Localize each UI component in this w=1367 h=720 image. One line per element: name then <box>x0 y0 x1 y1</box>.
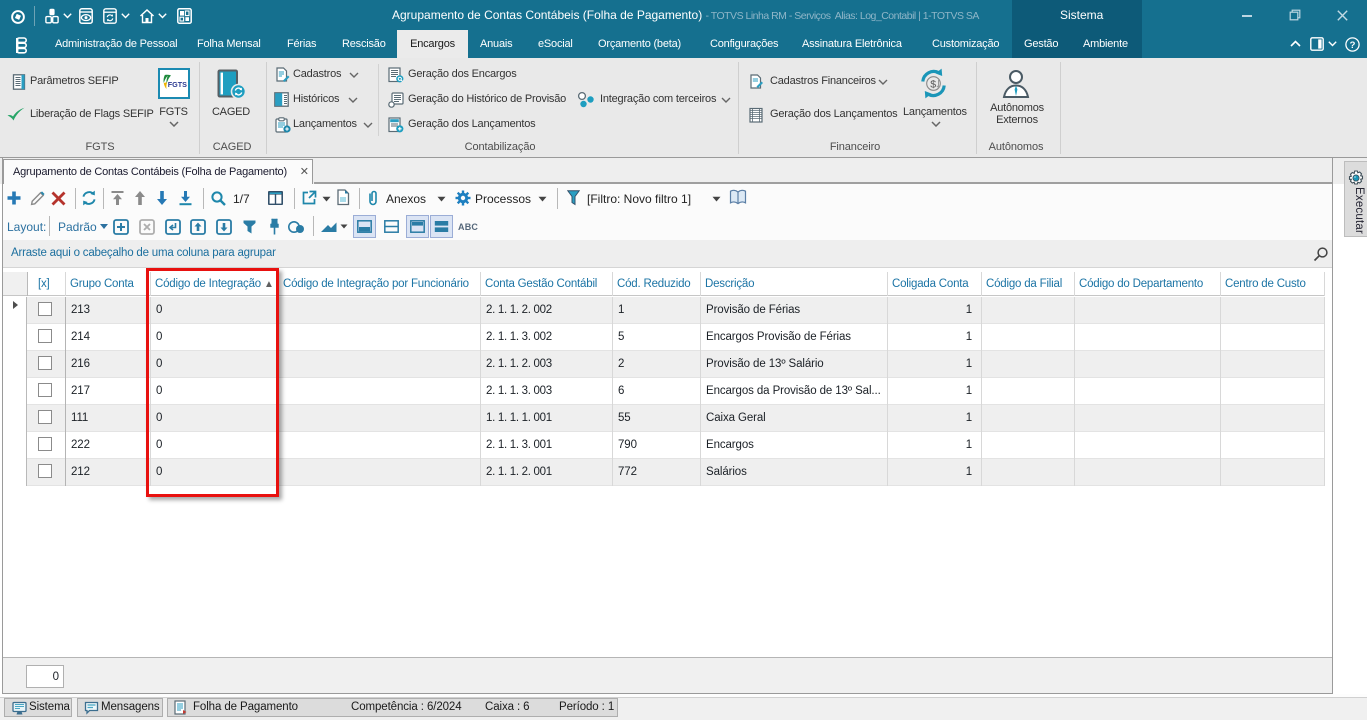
svg-text:FGTS: FGTS <box>168 80 187 89</box>
svg-text:$: $ <box>930 79 936 91</box>
svg-text:?: ? <box>1350 40 1356 51</box>
